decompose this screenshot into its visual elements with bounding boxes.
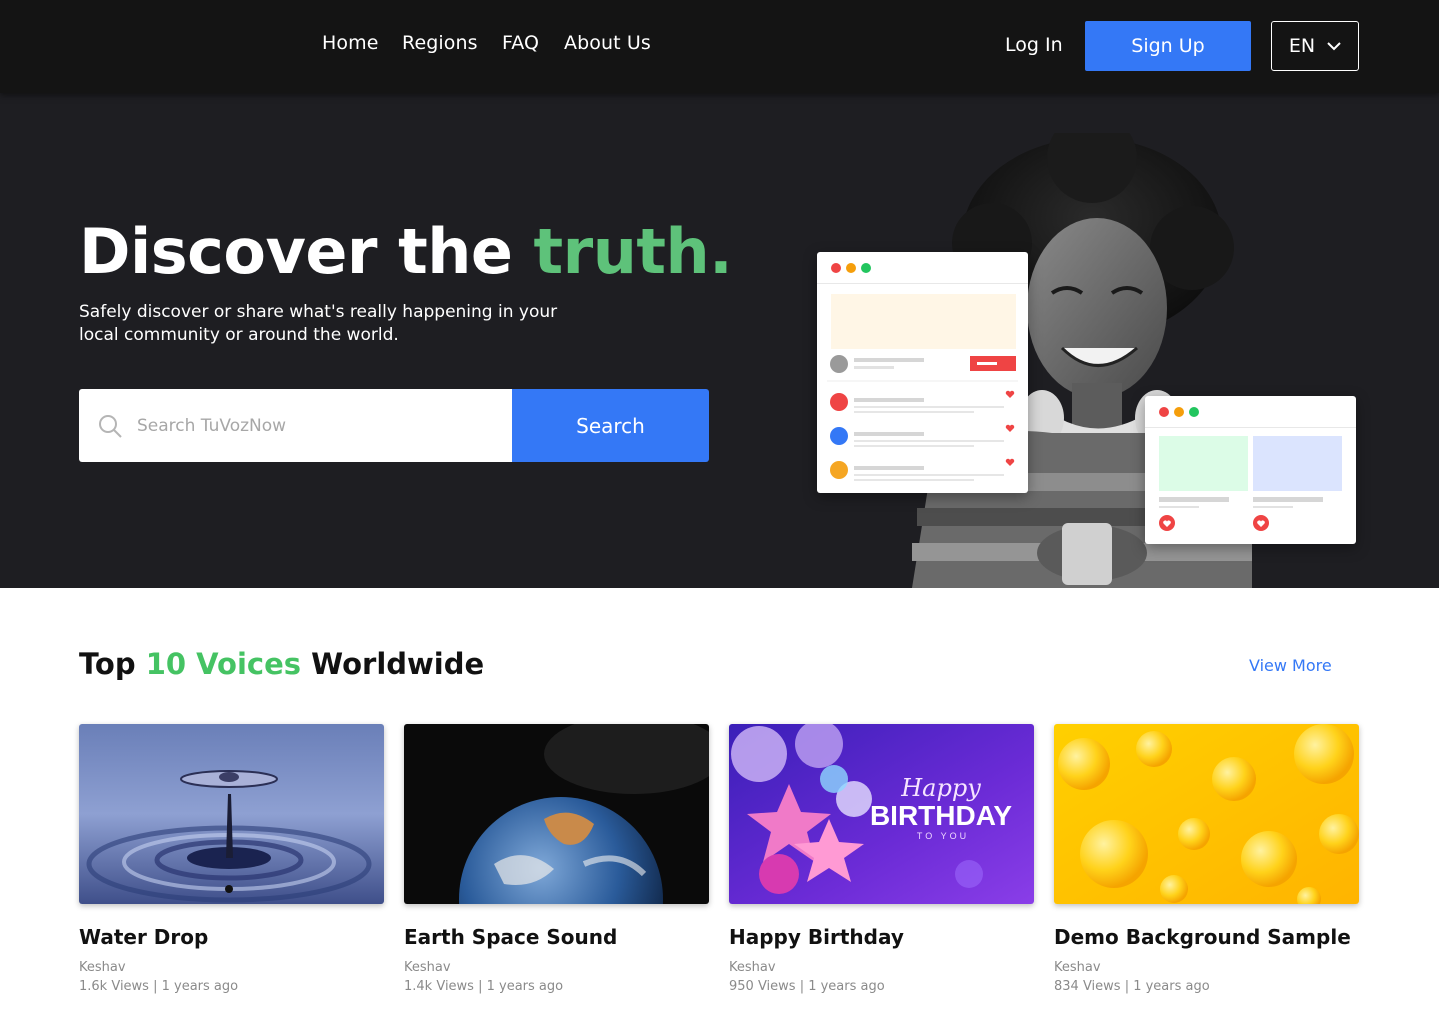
hero-title: Discover the truth. [79, 215, 733, 288]
hero-illustration [817, 133, 1357, 588]
nav-faq-link[interactable]: FAQ [502, 32, 539, 54]
birthday-toyou-text: TO YOU [917, 831, 969, 841]
card-title[interactable]: Water Drop [79, 925, 384, 949]
voice-card[interactable]: Demo Background Sample Keshav 834 Views … [1054, 724, 1359, 994]
card-author: Keshav [729, 960, 776, 975]
water-drop-image[interactable] [79, 724, 384, 904]
section-title-accent: 10 Voices [145, 647, 302, 681]
birthday-main-text: BIRTHDAY [870, 800, 1012, 831]
language-select[interactable]: EN [1271, 21, 1359, 71]
mock-gallery-content [1159, 436, 1342, 531]
card-title[interactable]: Earth Space Sound [404, 925, 709, 949]
mock-window-titlebar [1145, 396, 1356, 428]
voice-card[interactable]: Happy BIRTHDAY TO YOU Happy Birthday Kes… [729, 724, 1034, 994]
card-title[interactable]: Happy Birthday [729, 925, 1034, 949]
signup-button[interactable]: Sign Up [1085, 21, 1251, 71]
maximize-dot-icon [1189, 407, 1199, 417]
hero-section: Discover the truth. Safely discover or s… [0, 93, 1439, 588]
card-meta: 950 Views | 1 years ago [729, 979, 885, 994]
section-title-pre: Top [79, 647, 136, 681]
hero-title-accent: truth. [533, 215, 733, 288]
card-author: Keshav [1054, 960, 1101, 975]
card-title[interactable]: Demo Background Sample [1054, 925, 1359, 949]
minimize-dot-icon [1174, 407, 1184, 417]
login-link[interactable]: Log In [1005, 34, 1063, 56]
hero-subtitle: Safely discover or share what's really h… [79, 302, 558, 345]
yellow-bubbles-image[interactable] [1054, 724, 1359, 904]
nav-home-link[interactable]: Home [322, 32, 379, 54]
birthday-balloons-image[interactable]: Happy BIRTHDAY TO YOU [729, 724, 1034, 904]
card-meta: 834 Views | 1 years ago [1054, 979, 1210, 994]
card-meta: 1.6k Views | 1 years ago [79, 979, 239, 994]
card-author: Keshav [404, 960, 451, 975]
card-meta: 1.4k Views | 1 years ago [404, 979, 564, 994]
mock-window-titlebar [817, 252, 1028, 284]
section-title: Top 10 Voices Worldwide [79, 647, 484, 681]
search-input[interactable] [137, 389, 507, 462]
chevron-down-icon [1327, 41, 1341, 50]
view-more-link[interactable]: View More [1249, 656, 1332, 675]
hero-title-main: Discover the [79, 215, 513, 288]
minimize-dot-icon [846, 263, 856, 273]
top-navbar: Home Regions FAQ About Us Log In Sign Up… [0, 0, 1439, 93]
search-icon [99, 415, 122, 438]
close-dot-icon [1159, 407, 1169, 417]
close-dot-icon [831, 263, 841, 273]
voice-card[interactable]: Water Drop Keshav 1.6k Views | 1 years a… [79, 724, 384, 994]
language-label: EN [1288, 35, 1316, 57]
section-title-post: Worldwide [311, 647, 485, 681]
maximize-dot-icon [861, 263, 871, 273]
nav-about-link[interactable]: About Us [564, 32, 651, 54]
voice-card[interactable]: Earth Space Sound Keshav 1.4k Views | 1 … [404, 724, 709, 994]
birthday-happy-text: Happy [900, 774, 981, 802]
mock-feed-window [817, 252, 1028, 493]
earth-image[interactable] [404, 724, 709, 904]
nav-regions-link[interactable]: Regions [402, 32, 478, 54]
search-box [79, 389, 512, 462]
mock-gallery-window [1145, 396, 1356, 544]
mock-feed-content [827, 294, 1018, 481]
card-author: Keshav [79, 960, 126, 975]
search-button[interactable]: Search [512, 389, 709, 462]
